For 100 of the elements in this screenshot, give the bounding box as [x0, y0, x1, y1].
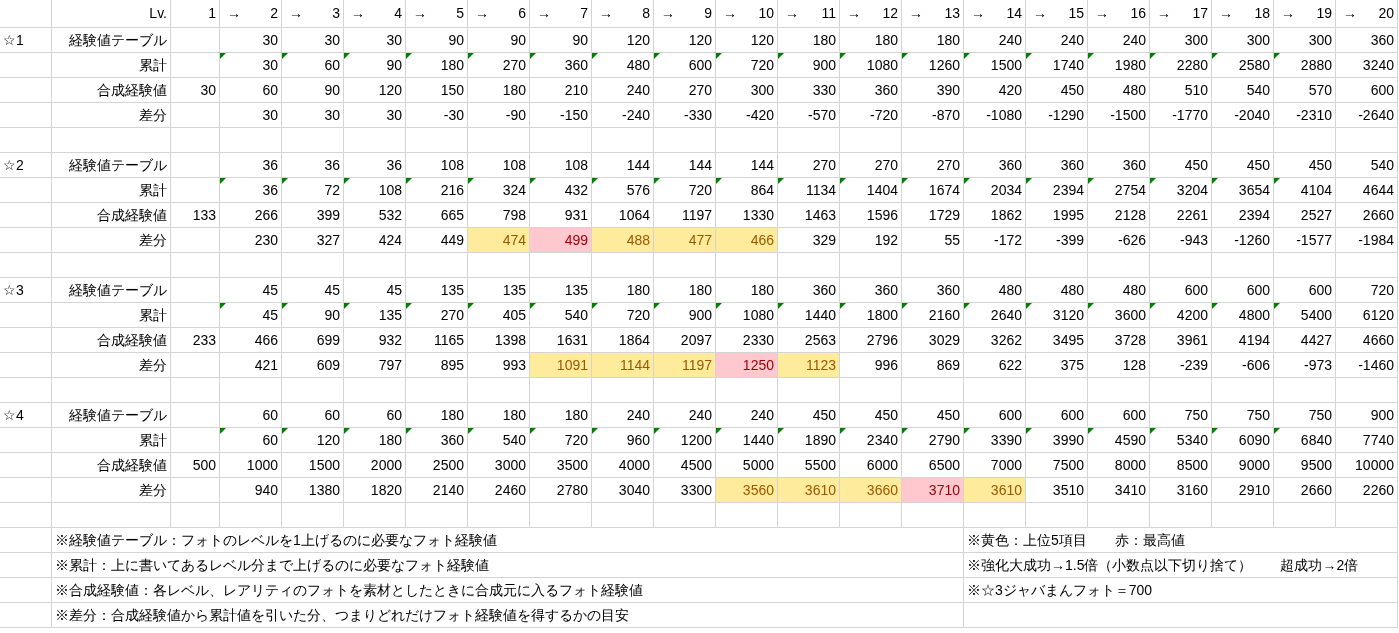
- table-cell: 30: [344, 103, 406, 128]
- table-cell: 1440: [778, 303, 840, 328]
- table-cell: 390: [902, 78, 964, 103]
- table-cell: 940: [220, 478, 282, 503]
- table-cell: 180: [468, 78, 530, 103]
- table-cell: 750: [1150, 403, 1212, 428]
- table-cell: 1674: [902, 178, 964, 203]
- table-cell: 622: [964, 353, 1026, 378]
- table-cell: 895: [406, 353, 468, 378]
- table-cell: 36: [344, 153, 406, 178]
- empty-cell: [654, 253, 716, 278]
- empty-cell: [220, 128, 282, 153]
- empty-cell: [0, 503, 52, 528]
- table-cell: 450: [1026, 78, 1088, 103]
- empty-cell: [902, 253, 964, 278]
- error-indicator-icon: [1274, 303, 1280, 309]
- table-cell: 3262: [964, 328, 1026, 353]
- arrow-icon: →: [347, 3, 365, 24]
- error-indicator-icon: [778, 53, 784, 59]
- error-indicator-icon: [1274, 53, 1280, 59]
- table-cell: 180: [716, 278, 778, 303]
- table-cell: 9000: [1212, 453, 1274, 478]
- table-cell: 180: [406, 53, 468, 78]
- table-cell: 450: [902, 403, 964, 428]
- error-indicator-icon: [1274, 178, 1280, 184]
- table-cell: 300: [1274, 28, 1336, 53]
- table-cell: -1260: [1212, 228, 1274, 253]
- table-cell: 1463: [778, 203, 840, 228]
- table-cell: 540: [468, 428, 530, 453]
- table-cell: -172: [964, 228, 1026, 253]
- table-cell: 1123: [778, 353, 840, 378]
- table-cell: 90: [282, 303, 344, 328]
- error-indicator-icon: [1150, 178, 1156, 184]
- error-indicator-icon: [1026, 303, 1032, 309]
- table-cell: 90: [282, 78, 344, 103]
- table-cell: 60: [282, 403, 344, 428]
- error-indicator-icon: [716, 53, 722, 59]
- table-cell: 3029: [902, 328, 964, 353]
- empty-cell: [171, 253, 220, 278]
- row-label: 差分: [52, 228, 171, 253]
- table-cell: 466: [220, 328, 282, 353]
- table-cell: 2261: [1150, 203, 1212, 228]
- table-cell: 330: [778, 78, 840, 103]
- level-header: 11: [821, 4, 836, 23]
- level-header: 2: [270, 4, 278, 23]
- table-cell: 270: [778, 153, 840, 178]
- level-header: 6: [518, 4, 526, 23]
- table-cell: 233: [171, 328, 220, 353]
- table-cell: 477: [654, 228, 716, 253]
- empty-cell: [0, 478, 52, 503]
- table-cell: -2640: [1336, 103, 1398, 128]
- empty-cell: [1150, 253, 1212, 278]
- table-cell: 3160: [1150, 478, 1212, 503]
- empty-cell: [0, 0, 52, 28]
- empty-cell: [716, 128, 778, 153]
- error-indicator-icon: [220, 303, 226, 309]
- table-cell: 499: [530, 228, 592, 253]
- table-cell: 6090: [1212, 428, 1274, 453]
- empty-cell: [654, 128, 716, 153]
- error-indicator-icon: [778, 428, 784, 434]
- table-cell: 900: [1336, 403, 1398, 428]
- error-indicator-icon: [282, 178, 288, 184]
- table-cell: 864: [716, 178, 778, 203]
- table-cell: 360: [530, 53, 592, 78]
- error-indicator-icon: [902, 178, 908, 184]
- table-cell: 600: [964, 403, 1026, 428]
- error-indicator-icon: [1026, 178, 1032, 184]
- error-indicator-icon: [1212, 53, 1218, 59]
- table-cell: 3710: [902, 478, 964, 503]
- error-indicator-icon: [1026, 428, 1032, 434]
- empty-cell: [171, 503, 220, 528]
- row-label: 差分: [52, 103, 171, 128]
- empty-cell: [0, 228, 52, 253]
- table-cell: 3600: [1088, 303, 1150, 328]
- table-cell: 2000: [344, 453, 406, 478]
- table-cell: 450: [1274, 153, 1336, 178]
- error-indicator-icon: [220, 53, 226, 59]
- table-cell: 329: [778, 228, 840, 253]
- table-cell: 7740: [1336, 428, 1398, 453]
- table-cell: 480: [592, 53, 654, 78]
- table-cell: 133: [171, 203, 220, 228]
- table-cell: 869: [902, 353, 964, 378]
- empty-cell: [778, 378, 840, 403]
- error-indicator-icon: [530, 53, 536, 59]
- table-cell: 300: [1212, 28, 1274, 53]
- table-cell: 30: [282, 103, 344, 128]
- empty-cell: [0, 303, 52, 328]
- error-indicator-icon: [220, 178, 226, 184]
- table-cell: 270: [406, 303, 468, 328]
- table-cell: 2460: [468, 478, 530, 503]
- arrow-icon: →: [1153, 3, 1171, 24]
- table-cell: 45: [220, 303, 282, 328]
- table-cell: -1080: [964, 103, 1026, 128]
- table-cell: -399: [1026, 228, 1088, 253]
- arrow-icon: →: [223, 3, 241, 24]
- arrow-icon: →: [843, 3, 861, 24]
- table-cell: 1800: [840, 303, 902, 328]
- empty-cell: [0, 578, 52, 603]
- error-indicator-icon: [654, 303, 660, 309]
- row-label: 経験値テーブル: [52, 403, 171, 428]
